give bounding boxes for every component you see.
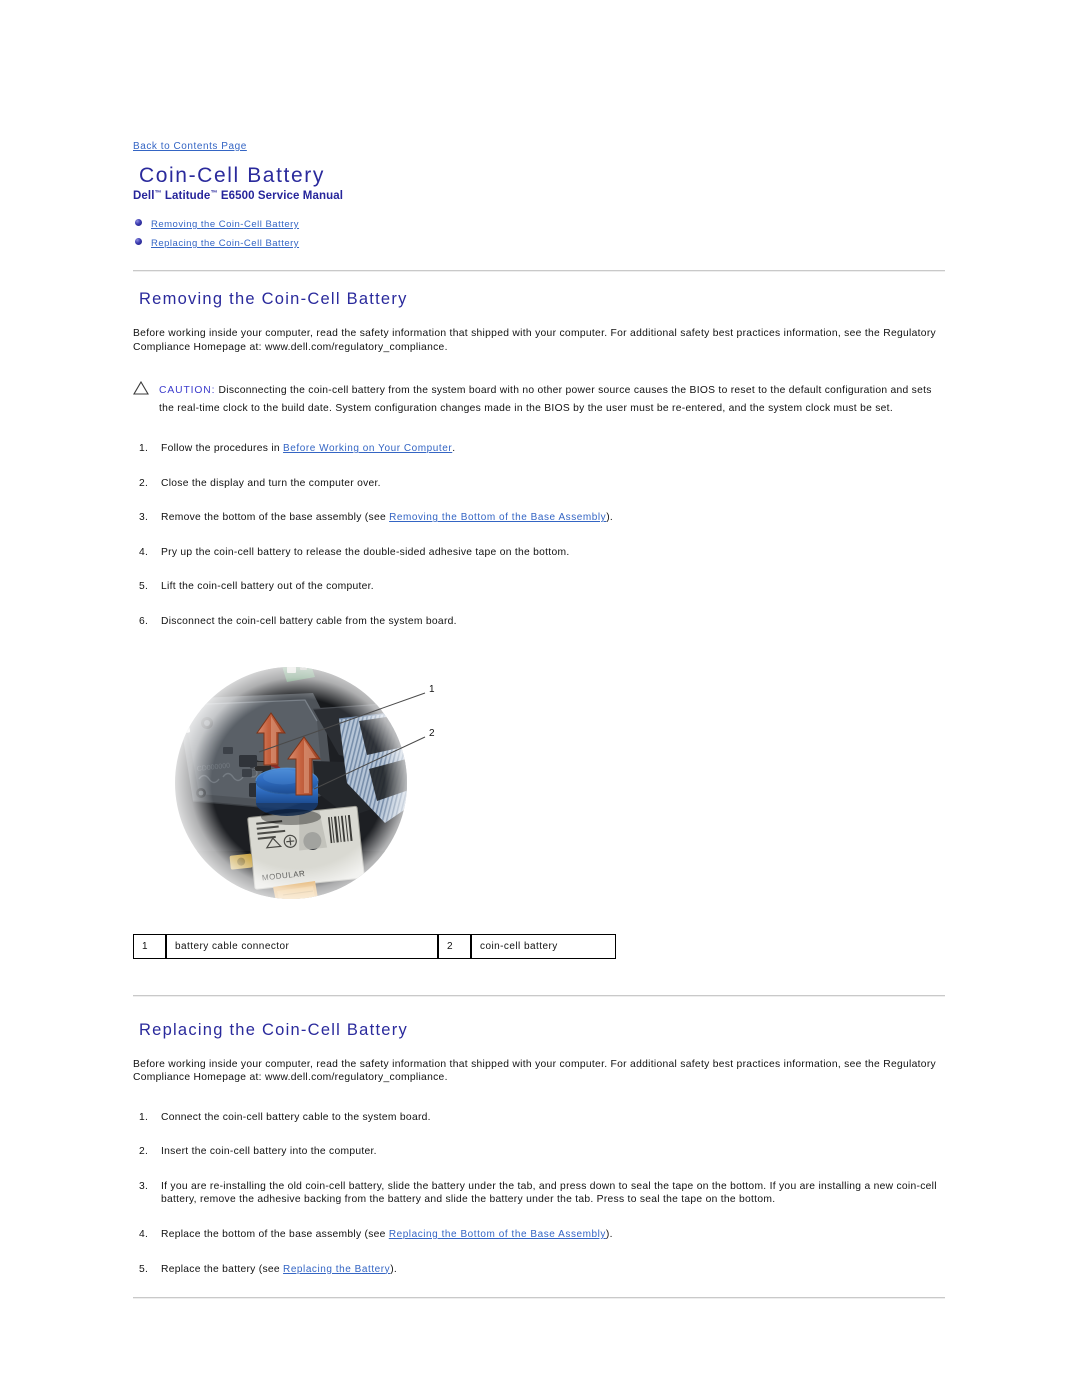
divider-bottom: [133, 1297, 945, 1300]
step-text: Connect the coin-cell battery cable to t…: [161, 1111, 431, 1123]
document-content: Back to Contents Page Coin-Cell Battery …: [133, 136, 948, 1317]
step-number: 3.: [139, 512, 149, 524]
step-number: 6.: [139, 615, 149, 627]
trademark-icon-2: ™: [210, 190, 218, 197]
replacing-steps-list: 1. Connect the coin-cell battery cable to…: [133, 1111, 948, 1277]
figure-legend-table: 1 battery cable connector 2 coin-cell ba…: [133, 933, 616, 959]
step-link[interactable]: Removing the Bottom of the Base Assembly: [389, 512, 606, 523]
list-item: Replacing the Coin-Cell Battery: [133, 235, 948, 250]
step-link[interactable]: Before Working on Your Computer: [283, 443, 452, 454]
step-text-post: ).: [390, 1263, 398, 1275]
section-heading-replacing: Replacing the Coin-Cell Battery: [139, 1020, 408, 1039]
step-number: 1.: [139, 1111, 149, 1123]
step-text: Close the display and turn the computer …: [161, 477, 381, 489]
subtitle-latitude: Latitude: [161, 190, 211, 202]
subtitle-dell: Dell: [133, 190, 155, 202]
list-item: 6. Disconnect the coin-cell battery cable…: [133, 615, 947, 629]
toc-link-removing[interactable]: Removing the Coin-Cell Battery: [151, 219, 299, 230]
bullet-icon: [135, 219, 142, 226]
step-text: Remove the bottom of the base assembly (…: [161, 512, 390, 524]
step-text: Insert the coin-cell battery into the co…: [161, 1146, 377, 1158]
caution-label: CAUTION:: [159, 385, 216, 396]
step-text: If you are re-installing the old coin-ce…: [161, 1180, 937, 1206]
legend-key-2: 2: [437, 934, 472, 959]
step-link[interactable]: Replacing the Bottom of the Base Assembl…: [389, 1229, 606, 1240]
list-item: 3. If you are re-installing the old coin-…: [133, 1180, 947, 1207]
list-item: 1. Follow the procedures in Before Workin…: [133, 442, 947, 456]
step-text: Disconnect the coin-cell battery cable f…: [161, 615, 457, 627]
step-text: Lift the coin-cell battery out of the co…: [161, 581, 374, 593]
section-heading-removing: Removing the Coin-Cell Battery: [139, 290, 408, 308]
legend-value-2: coin-cell battery: [480, 940, 558, 952]
divider-top: [133, 270, 945, 272]
list-item: 4. Replace the bottom of the base assembl…: [133, 1228, 947, 1242]
divider-middle: [133, 994, 945, 997]
list-item: 5. Replace the battery (see Replacing the…: [133, 1263, 947, 1277]
table-row: 1 battery cable connector 2 coin-cell ba…: [133, 934, 616, 959]
step-number: 1.: [139, 443, 149, 454]
replacing-intro-text: Before working inside your computer, rea…: [133, 1058, 937, 1084]
legend-value-1: battery cable connector: [175, 940, 290, 952]
step-text: Replace the bottom of the base assembly …: [161, 1228, 389, 1240]
step-text-post: .: [452, 443, 456, 454]
toc-link-replacing[interactable]: Replacing the Coin-Cell Battery: [151, 238, 299, 249]
subtitle-model: E6500 Service Manual: [217, 190, 344, 202]
caution-block: CAUTION: Disconnecting the coin-cell bat…: [133, 380, 949, 416]
callout-number-2: 2: [429, 727, 435, 739]
step-link[interactable]: Replacing the Battery: [283, 1264, 390, 1275]
document-page: Back to Contents Page Coin-Cell Battery …: [0, 0, 1080, 1397]
step-number: 5.: [139, 1263, 149, 1275]
list-item: 2. Close the display and turn the compute…: [133, 477, 947, 491]
legend-key-1: 1: [133, 934, 167, 959]
step-text: Pry up the coin-cell battery to release …: [161, 546, 570, 558]
list-item: Removing the Coin-Cell Battery: [133, 216, 948, 231]
bullet-icon: [135, 238, 142, 245]
step-text-post: ).: [606, 512, 614, 524]
back-to-contents-link[interactable]: Back to Contents Page: [133, 141, 247, 152]
step-number: 3.: [139, 1180, 149, 1192]
caution-text: CAUTION: Disconnecting the coin-cell bat…: [159, 385, 932, 414]
step-number: 2.: [139, 477, 149, 489]
list-item: 1. Connect the coin-cell battery cable to…: [133, 1111, 947, 1125]
warning-triangle-icon: [133, 380, 149, 395]
figure-callout-leaders: [258, 692, 426, 790]
page-title: Coin-Cell Battery: [139, 164, 325, 187]
step-text: Follow the procedures in: [161, 443, 284, 454]
step-text: Replace the battery (see: [161, 1263, 284, 1275]
list-item: 4. Pry up the coin-cell battery to releas…: [133, 546, 947, 560]
callout-number-1: 1: [429, 683, 435, 695]
list-item: 3. Remove the bottom of the base assembly…: [133, 511, 947, 525]
step-number: 4.: [139, 1228, 149, 1240]
step-text-post: ).: [605, 1228, 613, 1240]
trademark-icon-1: ™: [154, 190, 162, 197]
caution-body: Disconnecting the coin-cell battery from…: [159, 385, 932, 414]
step-number: 4.: [139, 546, 149, 558]
step-number: 2.: [139, 1146, 149, 1158]
table-of-contents: Removing the Coin-Cell Battery Replacing…: [133, 216, 948, 250]
figure-coin-cell-battery: CD000000: [133, 650, 533, 916]
list-item: 5. Lift the coin-cell battery out of the …: [133, 580, 947, 594]
step-number: 5.: [139, 581, 149, 593]
removing-intro-text: Before working inside your computer, rea…: [133, 328, 937, 353]
removing-steps-list: 1. Follow the procedures in Before Workin…: [133, 442, 948, 629]
list-item: 2. Insert the coin-cell battery into the …: [133, 1145, 947, 1159]
document-subtitle: Dell™ Latitude™ E6500 Service Manual: [133, 190, 948, 202]
